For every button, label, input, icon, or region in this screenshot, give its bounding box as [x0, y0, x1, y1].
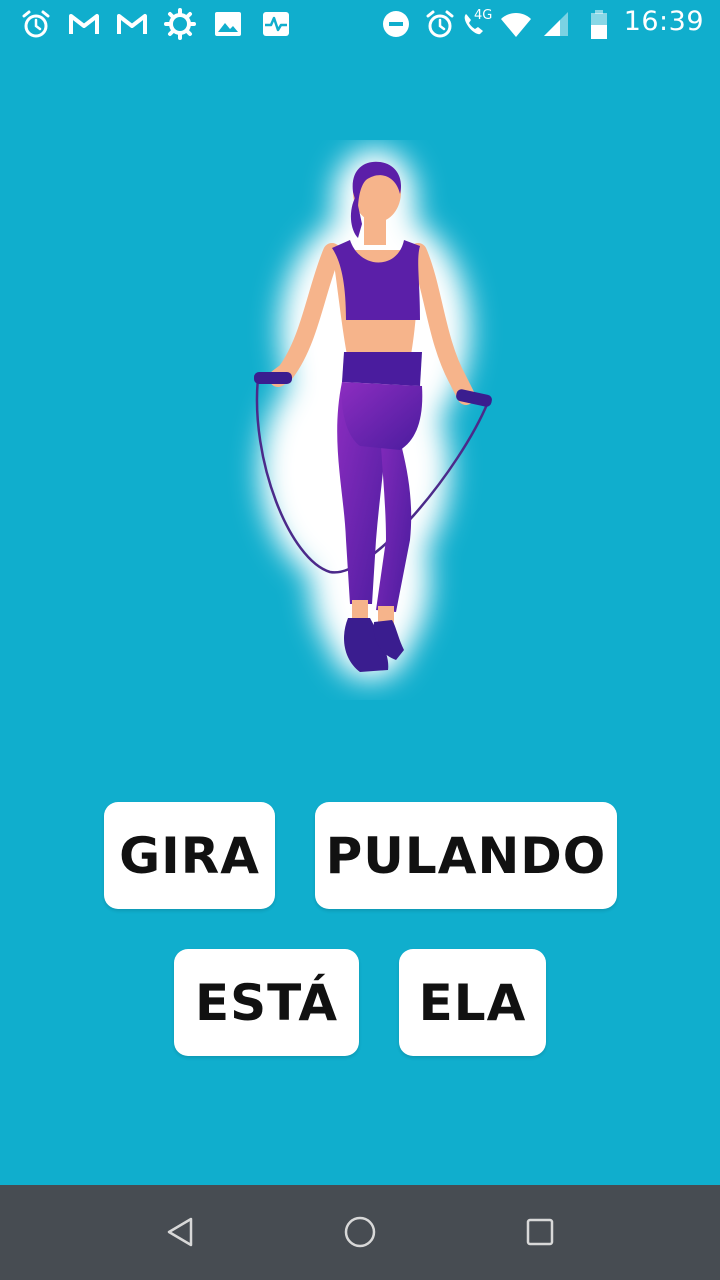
status-clock: 16:39 — [623, 6, 704, 37]
word-tile[interactable]: ESTÁ — [174, 949, 359, 1056]
wifi-icon — [500, 8, 532, 40]
gmail-icon — [116, 8, 148, 40]
back-icon[interactable] — [155, 1207, 205, 1257]
recents-icon[interactable] — [515, 1207, 565, 1257]
word-tile[interactable]: PULANDO — [315, 802, 617, 909]
status-bar: 4G 16:39 — [0, 0, 720, 50]
battery-icon — [588, 8, 610, 40]
do-not-disturb-icon — [380, 8, 412, 40]
network-type-label: 4G — [474, 8, 493, 23]
word-tile-label: PULANDO — [325, 826, 607, 885]
health-icon — [260, 8, 292, 40]
settings-icon — [164, 8, 196, 40]
signal-icon — [540, 8, 572, 40]
game-screen: 4G 16:39 GIRA PULANDO ESTÁ ELA — [0, 0, 720, 1280]
woman-jumping-rope-icon — [220, 140, 520, 700]
word-tile-label: ELA — [418, 973, 527, 1032]
word-tile[interactable]: ELA — [399, 949, 546, 1056]
word-tile-label: ESTÁ — [194, 973, 339, 1032]
word-tile-label: GIRA — [119, 826, 260, 885]
home-icon[interactable] — [335, 1207, 385, 1257]
system-nav-bar — [0, 1185, 720, 1280]
gallery-icon — [212, 8, 244, 40]
word-tile[interactable]: GIRA — [104, 802, 275, 909]
alarm-icon — [424, 8, 456, 40]
alarm-icon — [20, 8, 52, 40]
gmail-icon — [68, 8, 100, 40]
